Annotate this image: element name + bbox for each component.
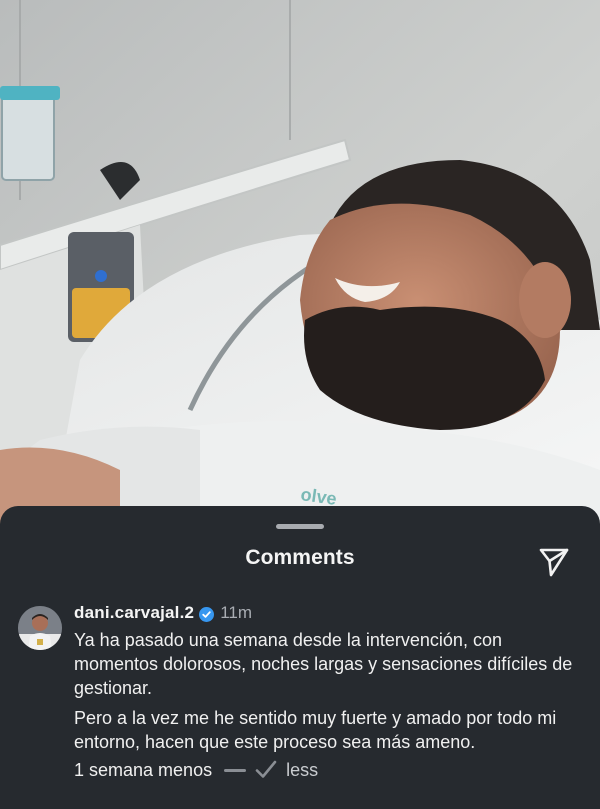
username[interactable]: dani.carvajal.2 (74, 602, 194, 624)
comment-paragraph-1: Ya ha pasado una semana desde la interve… (74, 630, 573, 698)
post-photo: olve (0, 0, 600, 540)
avatar[interactable] (18, 606, 62, 650)
see-less-link[interactable]: less (286, 758, 318, 782)
comment-paragraph-2: Pero a la vez me he sentido muy fuerte y… (74, 708, 557, 752)
send-icon (539, 548, 569, 577)
check-icon (255, 760, 277, 778)
translation-row: 1 semana menos less (74, 758, 574, 782)
avatar-image (18, 606, 62, 650)
divider-dash (224, 768, 247, 772)
screen: olve Comments dani.carvajal.2 11m Ya ha … (0, 0, 600, 809)
verified-badge-icon (199, 606, 215, 622)
sheet-title: Comments (245, 546, 355, 569)
translation-label: 1 semana menos (74, 760, 213, 780)
comment-body: dani.carvajal.2 11m Ya ha pasado una sem… (74, 602, 574, 782)
sheet-grab-handle[interactable] (276, 524, 324, 529)
hospital-photo: olve (0, 0, 600, 540)
comments-sheet: Comments dani.carvajal.2 11m Ya ha pasad… (0, 506, 600, 809)
comment-header: dani.carvajal.2 11m (74, 602, 574, 624)
share-button[interactable] (536, 542, 572, 578)
comment-timestamp: 11m (220, 603, 252, 622)
